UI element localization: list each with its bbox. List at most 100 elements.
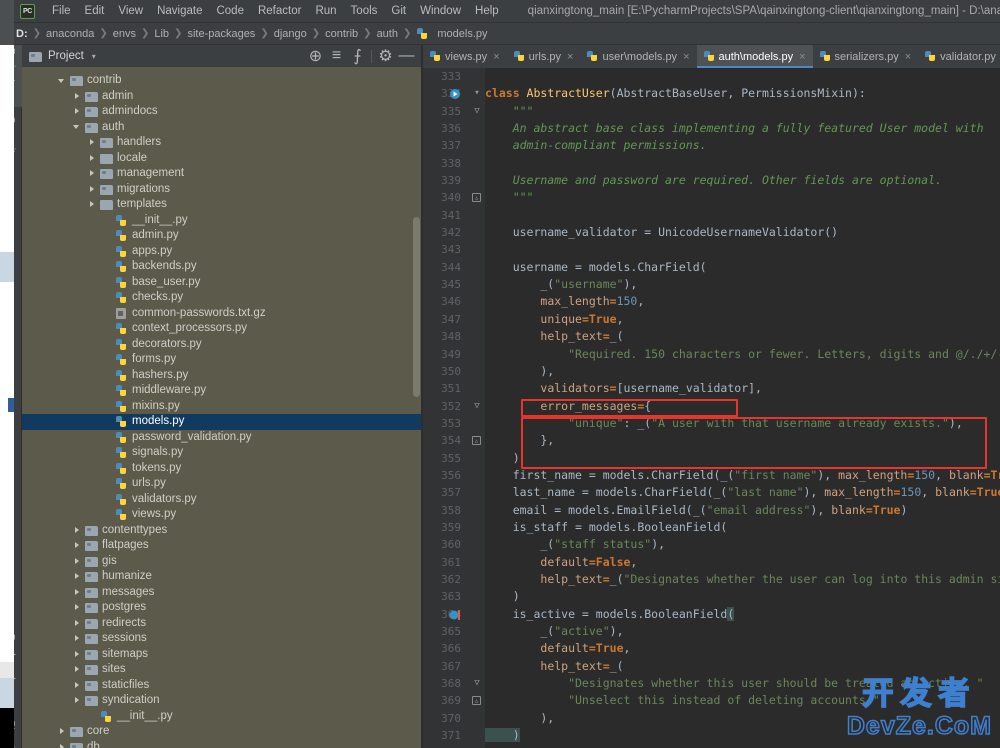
chevron-right-icon[interactable] bbox=[88, 200, 97, 209]
chevron-right-icon[interactable] bbox=[73, 526, 82, 535]
tree-row[interactable]: db bbox=[22, 740, 422, 748]
tree-row[interactable]: admin bbox=[22, 89, 422, 105]
tree-row[interactable]: __init__.py bbox=[22, 709, 422, 725]
menu-item-navigate[interactable]: Navigate bbox=[150, 2, 209, 20]
tree-row[interactable]: backends.py bbox=[22, 259, 422, 275]
menu-item-run[interactable]: Run bbox=[308, 2, 343, 20]
tree-row[interactable]: views.py bbox=[22, 507, 422, 523]
chevron-right-icon[interactable] bbox=[88, 154, 97, 163]
close-icon[interactable]: × bbox=[683, 51, 689, 63]
breadcrumb-item-anaconda[interactable]: anaconda bbox=[44, 28, 96, 40]
chevron-right-icon[interactable] bbox=[73, 572, 82, 581]
tree-row[interactable]: validators.py bbox=[22, 492, 422, 508]
chevron-down-icon[interactable] bbox=[58, 76, 67, 85]
tree-row[interactable]: context_processors.py bbox=[22, 321, 422, 337]
tree-row[interactable]: contrib bbox=[22, 73, 422, 89]
tree-row[interactable]: migrations bbox=[22, 182, 422, 198]
chevron-right-icon[interactable] bbox=[73, 665, 82, 674]
fold-region-end-icon[interactable]: ▵ bbox=[472, 436, 481, 446]
breadcrumb-root[interactable]: D: bbox=[14, 28, 30, 40]
tree-row[interactable]: syndication bbox=[22, 693, 422, 709]
chevron-right-icon[interactable] bbox=[73, 92, 82, 101]
tree-row[interactable]: gis bbox=[22, 554, 422, 570]
editor-tab[interactable]: serializers.py × bbox=[813, 45, 919, 68]
breakpoint-icon[interactable] bbox=[449, 609, 461, 621]
editor-tab[interactable]: validator.py× bbox=[918, 45, 1000, 68]
close-icon[interactable]: × bbox=[567, 51, 573, 63]
menu-item-git[interactable]: Git bbox=[384, 2, 413, 20]
menu-item-edit[interactable]: Edit bbox=[78, 2, 112, 20]
chevron-right-icon[interactable] bbox=[73, 541, 82, 550]
chevron-right-icon[interactable] bbox=[58, 743, 67, 748]
chevron-right-icon[interactable] bbox=[73, 619, 82, 628]
tree-row[interactable]: postgres bbox=[22, 600, 422, 616]
tree-row[interactable]: locale bbox=[22, 151, 422, 167]
tree-row[interactable]: mixins.py bbox=[22, 399, 422, 415]
editor-tab[interactable]: views.py × bbox=[423, 45, 507, 68]
tree-row[interactable]: checks.py bbox=[22, 290, 422, 306]
tree-row[interactable]: hashers.py bbox=[22, 368, 422, 384]
tree-row[interactable]: flatpages bbox=[22, 538, 422, 554]
tree-row[interactable]: auth bbox=[22, 120, 422, 136]
chevron-right-icon[interactable] bbox=[73, 634, 82, 643]
editor-tab-active[interactable]: auth\models.py × bbox=[696, 45, 813, 68]
tree-row[interactable]: admindocs bbox=[22, 104, 422, 120]
tree-row[interactable]: sites bbox=[22, 662, 422, 678]
fold-region-end-icon[interactable]: ▵ bbox=[472, 193, 481, 203]
fold-region-start-icon[interactable]: ▽ bbox=[472, 106, 482, 117]
tree-row[interactable]: staticfiles bbox=[22, 678, 422, 694]
run-class-icon[interactable] bbox=[449, 88, 461, 100]
chevron-right-icon[interactable] bbox=[73, 107, 82, 116]
close-icon[interactable]: × bbox=[799, 51, 805, 63]
tree-row[interactable]: common-passwords.txt.gz bbox=[22, 306, 422, 322]
chevron-down-icon[interactable] bbox=[73, 123, 82, 132]
menu-item-view[interactable]: View bbox=[111, 2, 150, 20]
chevron-right-icon[interactable] bbox=[73, 681, 82, 690]
tree-row[interactable]: templates bbox=[22, 197, 422, 213]
tree-row[interactable]: messages bbox=[22, 585, 422, 601]
breadcrumb-item-site-packages[interactable]: site-packages bbox=[185, 28, 257, 40]
collapse-all-icon[interactable]: ⨍ bbox=[347, 46, 368, 66]
tree-row[interactable]: password_validation.py bbox=[22, 430, 422, 446]
menu-item-tools[interactable]: Tools bbox=[344, 2, 385, 20]
tree-row[interactable]: signals.py bbox=[22, 445, 422, 461]
tree-row-selected[interactable]: models.py bbox=[22, 414, 422, 430]
select-opened-file-icon[interactable]: ⊕ bbox=[305, 46, 326, 66]
chevron-down-icon[interactable]: ▾ bbox=[92, 52, 96, 61]
editor-tab[interactable]: urls.py × bbox=[507, 45, 581, 68]
menu-item-code[interactable]: Code bbox=[209, 2, 251, 20]
breadcrumb-item-auth[interactable]: auth bbox=[375, 28, 400, 40]
tree-row[interactable]: sitemaps bbox=[22, 647, 422, 663]
expand-all-icon[interactable]: ≡ bbox=[326, 46, 347, 66]
tree-row[interactable]: management bbox=[22, 166, 422, 182]
breadcrumb-item-contrib[interactable]: contrib bbox=[323, 28, 360, 40]
tree-row[interactable]: forms.py bbox=[22, 352, 422, 368]
tree-row[interactable]: apps.py bbox=[22, 244, 422, 260]
chevron-right-icon[interactable] bbox=[73, 588, 82, 597]
code-editor[interactable]: 333 334▾class AbstractUser(AbstractBaseUs… bbox=[423, 68, 1000, 748]
tree-row[interactable]: urls.py bbox=[22, 476, 422, 492]
chevron-right-icon[interactable] bbox=[73, 557, 82, 566]
breadcrumb-item-django[interactable]: django bbox=[272, 28, 309, 40]
hide-panel-icon[interactable]: — bbox=[396, 46, 417, 66]
menu-item-window[interactable]: Window bbox=[413, 2, 468, 20]
menu-item-help[interactable]: Help bbox=[468, 2, 506, 20]
tree-row[interactable]: humanize bbox=[22, 569, 422, 585]
tree-row[interactable]: base_user.py bbox=[22, 275, 422, 291]
fold-region-end-icon[interactable]: ▵ bbox=[472, 696, 481, 706]
project-tree[interactable]: contrib admin admindocs auth handlers locale m… bbox=[22, 67, 422, 748]
tree-row[interactable]: handlers bbox=[22, 135, 422, 151]
breadcrumb-item-envs[interactable]: envs bbox=[111, 28, 138, 40]
close-icon[interactable]: × bbox=[905, 51, 911, 63]
chevron-right-icon[interactable] bbox=[73, 650, 82, 659]
tree-row[interactable]: decorators.py bbox=[22, 337, 422, 353]
chevron-right-icon[interactable] bbox=[88, 169, 97, 178]
chevron-right-icon[interactable] bbox=[58, 727, 67, 736]
settings-gear-icon[interactable]: ⚙ bbox=[375, 46, 396, 66]
chevron-right-icon[interactable] bbox=[88, 185, 97, 194]
menu-item-file[interactable]: File bbox=[45, 2, 78, 20]
fold-expanded-icon[interactable]: ▾ bbox=[472, 89, 482, 99]
chevron-right-icon[interactable] bbox=[73, 696, 82, 705]
tree-row[interactable]: sessions bbox=[22, 631, 422, 647]
tree-row[interactable]: __init__.py bbox=[22, 213, 422, 229]
